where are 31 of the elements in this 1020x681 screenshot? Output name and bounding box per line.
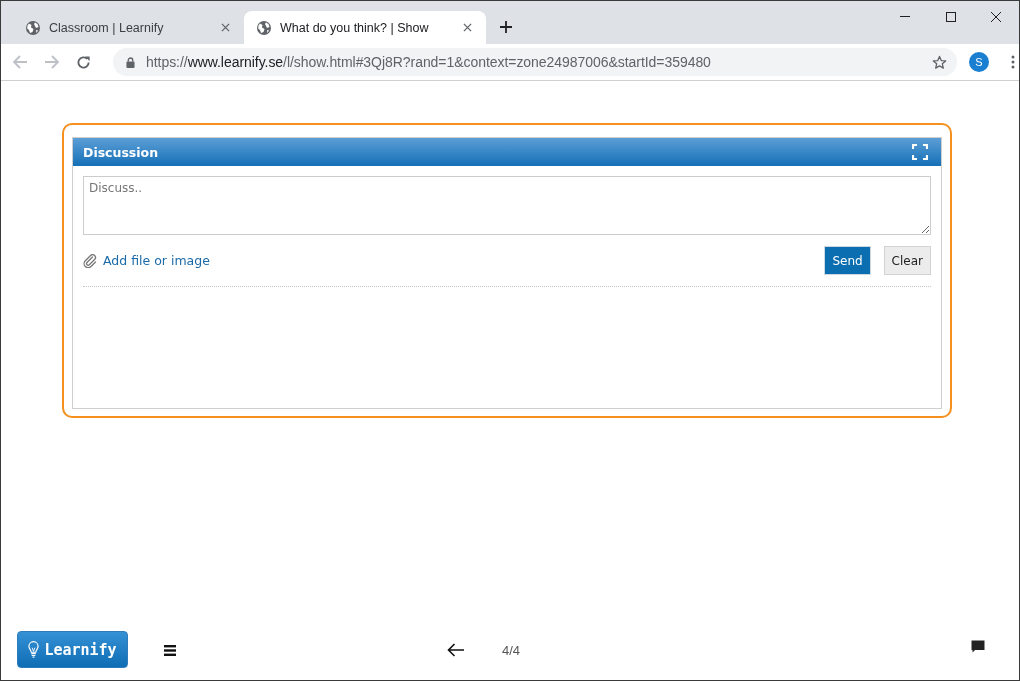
globe-icon <box>256 19 272 36</box>
panel-title: Discussion <box>83 144 160 160</box>
reload-icon[interactable] <box>76 54 91 70</box>
tab-title: What do you think? | Show <box>280 20 430 35</box>
minimize-icon[interactable] <box>900 16 911 17</box>
new-tab-icon[interactable] <box>500 21 512 33</box>
page-counter: 4/4 <box>502 642 521 658</box>
lock-icon <box>126 56 135 68</box>
close-icon[interactable] <box>991 11 1002 22</box>
discussion-input[interactable]: Discuss.. <box>83 176 931 235</box>
browser-tab[interactable]: Classroom | Learnify <box>8 11 244 44</box>
lightbulb-icon <box>28 641 40 658</box>
close-icon[interactable] <box>463 23 472 32</box>
menu-icon[interactable] <box>164 644 176 656</box>
tab-title: Classroom | Learnify <box>49 20 165 35</box>
browser-tab[interactable]: What do you think? | Show <box>244 11 486 44</box>
menu-icon[interactable] <box>1011 55 1015 69</box>
fullscreen-icon[interactable] <box>912 144 928 160</box>
address-bar[interactable]: https://www.learnify.se/l/show.html#3Qj8R?rand=1&context=zone24987006&startId=359480 <box>113 48 957 76</box>
globe-icon <box>25 19 41 36</box>
star-icon[interactable] <box>932 54 947 70</box>
profile-avatar[interactable]: S <box>969 52 989 72</box>
chat-bubble-icon[interactable] <box>971 640 985 653</box>
address-url: https://www.learnify.se/l/show.html#3Qj8R?rand=1&context=zone24987006&startId=359480 <box>146 54 712 70</box>
clear-button[interactable]: Clear <box>883 246 931 275</box>
logo-button[interactable]: Learnify <box>17 631 128 668</box>
send-button[interactable]: Send <box>824 246 871 275</box>
maximize-icon[interactable] <box>945 11 956 22</box>
back-arrow-icon[interactable] <box>447 643 464 657</box>
paperclip-icon <box>83 253 97 268</box>
add-file-link[interactable]: Add file or image <box>103 253 210 268</box>
